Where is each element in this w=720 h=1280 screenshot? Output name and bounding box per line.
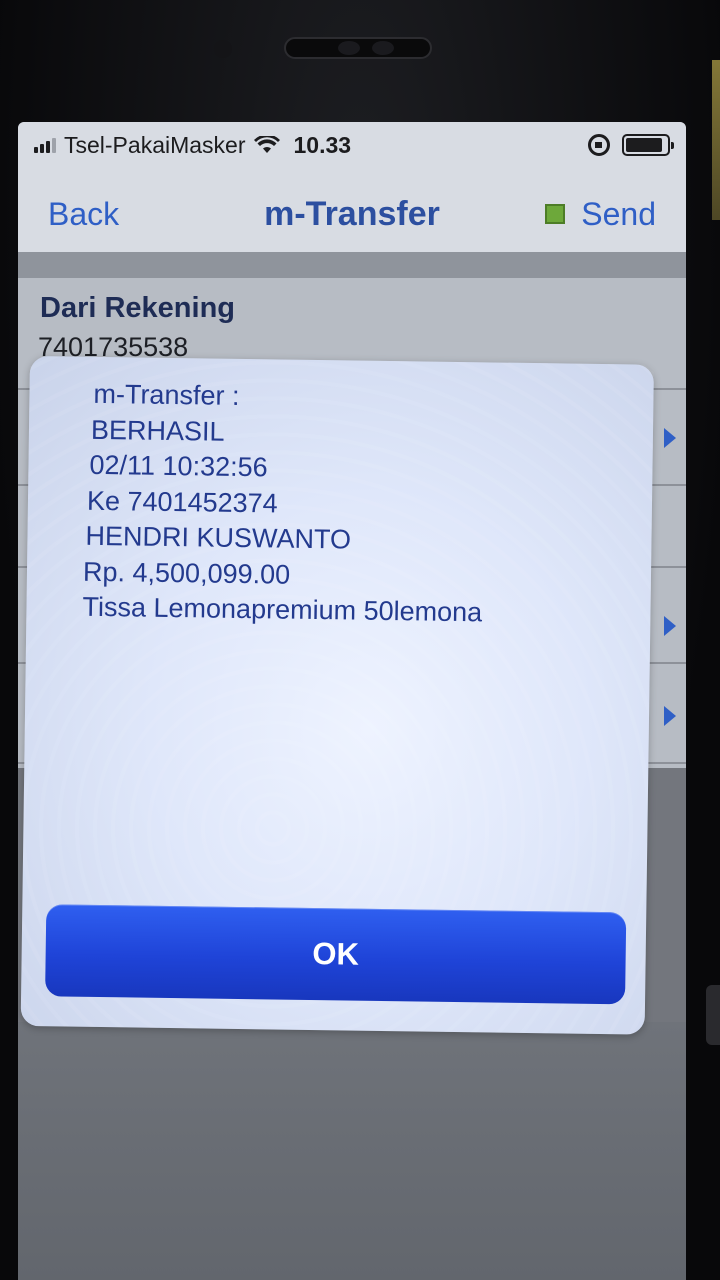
send-label: Send (581, 195, 656, 232)
send-status-icon (545, 204, 566, 224)
rotation-lock-icon (588, 134, 610, 156)
chevron-right-icon (664, 706, 676, 726)
status-bar: Tsel-PakaiMasker 10.33 (18, 122, 686, 168)
dialog-line: 02/11 10:32:56 (89, 449, 268, 483)
signal-icon (34, 137, 56, 153)
dialog-line: Rp. 4,500,099.00 (82, 556, 291, 590)
dialog-line: m-Transfer : (93, 378, 240, 411)
dialog-line: Ke 7401452374 (86, 485, 278, 518)
front-camera (214, 40, 232, 58)
chevron-right-icon (664, 428, 676, 448)
side-button (706, 985, 720, 1045)
from-account-label: Dari Rekening (40, 292, 235, 324)
back-button[interactable]: Back (48, 196, 119, 233)
chevron-right-icon (664, 616, 676, 636)
status-time: 10.33 (293, 131, 352, 158)
battery-icon (622, 134, 674, 156)
background-edge (712, 60, 720, 220)
ok-button[interactable]: OK (45, 904, 627, 1005)
section-separator (18, 252, 686, 278)
alert-dialog: m-Transfer : BERHASIL 02/11 10:32:56 Ke … (20, 356, 654, 1035)
sensor-dot (372, 41, 394, 55)
carrier-name: Tsel-PakaiMasker (64, 131, 246, 158)
sensor-dot (338, 41, 360, 55)
dialog-message: m-Transfer : BERHASIL 02/11 10:32:56 Ke … (82, 377, 485, 631)
send-button[interactable]: Send (545, 196, 656, 233)
dialog-line: BERHASIL (90, 414, 225, 447)
dialog-line: HENDRI KUSWANTO (85, 520, 352, 555)
earpiece-speaker (284, 37, 432, 59)
navigation-bar: Back m-Transfer Send (18, 174, 686, 254)
wifi-icon (253, 136, 280, 153)
dialog-line: Tissa Lemonapremium 50lemona (82, 591, 483, 628)
phone-screen: Tsel-PakaiMasker 10.33 Back m-Transfer S… (18, 122, 686, 1280)
dimmed-background (18, 1022, 686, 1280)
battery-level (626, 138, 662, 152)
header-area: Tsel-PakaiMasker 10.33 Back m-Transfer S… (18, 122, 686, 262)
